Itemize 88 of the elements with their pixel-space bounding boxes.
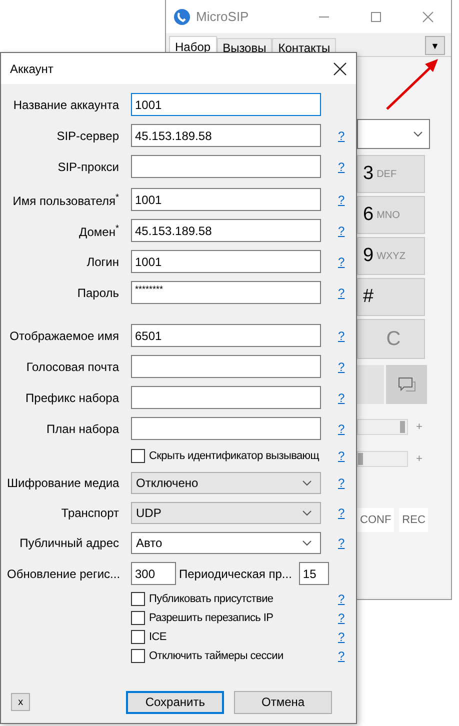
help-link[interactable]: ? (333, 254, 345, 268)
small-button[interactable]: x (11, 693, 30, 711)
input-field[interactable]: 1001 (131, 250, 321, 273)
plus-label: + (416, 453, 422, 465)
input-field[interactable] (131, 417, 321, 440)
help-link[interactable]: ? (333, 592, 345, 606)
help-link[interactable]: ? (333, 649, 345, 663)
checkbox-option[interactable]: Скрыть идентификатор вызывающ (131, 448, 320, 464)
help-link[interactable]: ? (333, 224, 345, 238)
help-link[interactable]: ? (333, 360, 345, 374)
checkbox-option[interactable]: Отключить таймеры сессии (131, 648, 284, 664)
keypad-key[interactable]: 9 WXYZ (357, 237, 425, 275)
action-button[interactable]: REC (399, 508, 428, 532)
checkbox-option[interactable]: Разрешить перезапись IP (131, 610, 274, 626)
field-label: Имя пользователя$^{*}$ (12, 192, 119, 208)
chevron-icon (302, 510, 312, 516)
input-field[interactable]: 6501 (131, 324, 321, 347)
help-link[interactable]: ? (333, 476, 345, 490)
field-label: Пароль (76, 286, 119, 300)
chat-icon (398, 376, 416, 392)
field-label: Обновление регис... (7, 566, 119, 580)
checkbox[interactable] (131, 611, 145, 625)
field-label: SIP-сервер (56, 128, 119, 142)
input-field[interactable] (131, 355, 321, 378)
menu-button[interactable]: ▼ (425, 36, 445, 55)
volume-slider[interactable] (357, 451, 408, 467)
field-label: Логин (86, 254, 119, 268)
field-label: Отображаемое имя (8, 328, 119, 342)
field-label: Публичный адрес (18, 536, 119, 550)
help-link[interactable]: ? (333, 160, 345, 174)
help-link[interactable]: ? (333, 536, 345, 550)
chevron-icon (413, 131, 423, 137)
chevron-icon (302, 540, 312, 546)
help-link[interactable]: ? (333, 630, 345, 644)
field-label: Название аккаунта (12, 98, 119, 112)
input-field[interactable]: 1001 (131, 188, 321, 211)
field-label: Домен$^{*}$ (78, 222, 119, 238)
help-link[interactable]: ? (333, 449, 345, 463)
checkbox-option[interactable]: ICE (131, 629, 166, 645)
help-link[interactable]: ? (333, 422, 345, 436)
close-icon[interactable] (333, 62, 347, 76)
field-label: Периодическая пр... (179, 566, 292, 580)
password-field[interactable]: ******** (131, 281, 321, 304)
slider-thumb[interactable] (400, 421, 405, 433)
help-link[interactable]: ? (333, 390, 345, 404)
checkbox[interactable] (131, 649, 145, 663)
help-link[interactable]: ? (333, 128, 345, 142)
input-field[interactable]: 1001 (131, 93, 321, 116)
keypad-key[interactable]: 3 DEF (357, 155, 425, 193)
dialog-button[interactable]: Сохранить (126, 690, 224, 714)
field-label: Шифрование медиа (7, 476, 119, 490)
maximize-icon[interactable] (370, 10, 382, 22)
slider-thumb[interactable] (358, 453, 363, 465)
help-link[interactable]: ? (333, 328, 345, 342)
window-title: MicroSIP (196, 9, 250, 24)
checkbox[interactable] (131, 449, 145, 463)
plus-label: + (416, 421, 422, 433)
field-label: Транспорт (60, 506, 119, 520)
action-button[interactable]: CONF (357, 508, 394, 532)
keypad-key[interactable]: 6 MNO (357, 196, 425, 234)
input-field[interactable]: 45.153.189.58 (131, 219, 321, 242)
input-field[interactable] (131, 155, 321, 178)
dropdown[interactable]: UDP (131, 502, 321, 524)
input-field[interactable]: 45.153.189.58 (131, 124, 321, 147)
checkbox[interactable] (131, 592, 145, 606)
help-link[interactable]: ? (333, 611, 345, 625)
dialog-button[interactable]: Отмена (234, 690, 332, 714)
input-field[interactable] (131, 386, 321, 409)
input-field[interactable]: 15 (298, 562, 329, 585)
dropdown[interactable]: Авто (131, 532, 321, 554)
help-link[interactable]: ? (333, 286, 345, 300)
field-label: Префикс набора (24, 390, 119, 404)
volume-slider[interactable] (357, 419, 408, 435)
message-button[interactable] (386, 365, 427, 404)
help-link[interactable]: ? (333, 192, 345, 206)
help-link[interactable]: ? (333, 506, 345, 520)
dialog-title: Аккаунт (10, 62, 54, 76)
input-field[interactable]: 300 (131, 562, 176, 585)
chevron-icon (302, 480, 312, 486)
dropdown[interactable]: Отключено (131, 472, 321, 494)
checkbox[interactable] (131, 630, 145, 644)
app-icon (174, 8, 190, 24)
field-label: Голосовая почта (25, 360, 119, 374)
field-label: SIP-прокси (56, 160, 119, 174)
number-field[interactable] (357, 119, 430, 149)
field-label: План набора (46, 422, 119, 436)
keypad-key[interactable]: # (357, 278, 425, 316)
checkbox-option[interactable]: Публиковать присутствие (131, 591, 274, 607)
